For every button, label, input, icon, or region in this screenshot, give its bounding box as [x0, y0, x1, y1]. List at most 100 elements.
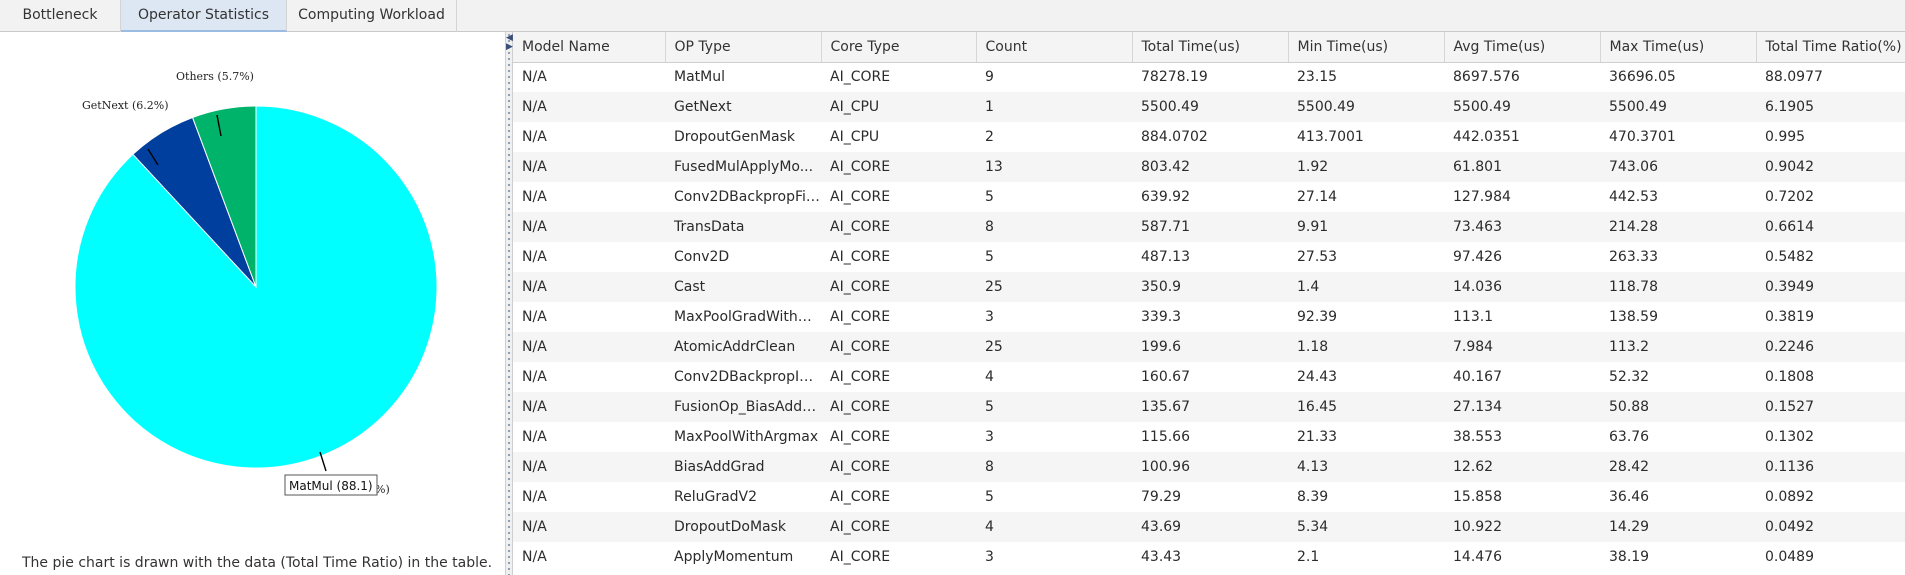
table-cell: AI_CORE [830, 249, 891, 265]
table-cell: 25 [976, 332, 1132, 362]
column-header[interactable]: Min Time(us) [1288, 32, 1445, 63]
table-cell: 587.71 [1132, 212, 1288, 242]
table-cell: 4.13 [1288, 452, 1444, 482]
table-cell: 27.53 [1297, 249, 1338, 265]
pie-slices [74, 105, 438, 469]
table-cell: 8697.576 [1453, 69, 1520, 86]
table-cell: 12.62 [1444, 452, 1600, 482]
table-cell: DropoutDoMask [665, 512, 821, 542]
table-cell: 0.995 [1765, 129, 1806, 145]
table-cell: 61.801 [1444, 152, 1600, 182]
table-cell: 5 [985, 249, 994, 265]
table-cell: 14.29 [1600, 512, 1756, 542]
table-cell: GetNext [665, 92, 821, 122]
table-cell: 263.33 [1609, 249, 1658, 265]
table-cell: N/A [522, 309, 547, 325]
table-cell: 0.1302 [1765, 429, 1814, 445]
table-cell: AI_CPU [830, 129, 880, 145]
table-cell: N/A [522, 249, 547, 265]
table-cell: 73.463 [1444, 212, 1600, 242]
table-cell: 25 [976, 272, 1132, 302]
column-header[interactable]: Model Name [513, 32, 666, 63]
table-cell: 803.42 [1132, 152, 1288, 182]
table-cell: N/A [513, 152, 665, 182]
table-cell: N/A [513, 92, 665, 122]
column-header[interactable]: Total Time(us) [1132, 32, 1289, 63]
table-cell: ApplyMomentum [674, 549, 794, 565]
table-cell: 5 [985, 489, 994, 505]
panel-splitter[interactable]: ◀ ▶ [505, 32, 513, 575]
column-header[interactable]: Total Time Ratio(%) [1756, 32, 1905, 63]
table-row[interactable]: N/A MatMul AI_CORE 9 78278.19 23.15 8697.576 36… [513, 62, 1905, 92]
table-cell: 40.167 [1453, 369, 1502, 385]
table-row[interactable]: N/A Conv2D AI_CORE 5 487.13 27.53 97.426 263.33… [513, 242, 1905, 272]
tab-operator-statistics[interactable]: Operator Statistics [121, 0, 287, 32]
table-header-row: Model Name OP Type Core Type Count Total Tim… [513, 32, 1905, 63]
table-cell: 0.5482 [1765, 249, 1814, 265]
table-cell: 78278.19 [1141, 69, 1208, 86]
table-row[interactable]: N/A DropoutDoMask AI_CORE 4 43.69 5.34 10.922 1… [513, 512, 1905, 542]
table-row[interactable]: N/A GetNext AI_CPU 1 5500.49 5500.49 5500.49 55… [513, 92, 1905, 122]
table-row[interactable]: N/A Conv2DBackpropFil... AI_CORE 5 639.92 27.… [513, 182, 1905, 212]
table-row[interactable]: N/A Conv2DBackpropInp... AI_CORE 4 160.67 24.… [513, 362, 1905, 392]
table-row[interactable]: N/A ApplyMomentum AI_CORE 3 43.43 2.1 14.476 38… [513, 542, 1905, 572]
table-cell: 1.4 [1288, 272, 1444, 302]
others-slice-label: Others (5.7%) [176, 70, 254, 83]
table-cell: N/A [513, 272, 665, 302]
table-cell: AI_CORE [830, 369, 891, 385]
table-row[interactable]: N/A MaxPoolGradWithAr... AI_CORE 3 339.3 92.3… [513, 302, 1905, 332]
table-cell: Conv2DBackpropFil... [674, 189, 821, 205]
table-cell: 13 [976, 152, 1132, 182]
column-header[interactable]: Count [976, 32, 1133, 63]
table-row[interactable]: N/A FusedMulApplyMo... AI_CORE 13 803.42 1.92… [513, 152, 1905, 182]
table-cell: 442.53 [1609, 189, 1658, 205]
table-cell: AI_CORE [830, 489, 891, 505]
table-cell: N/A [522, 429, 547, 445]
table-row[interactable]: N/A DropoutGenMask AI_CPU 2 884.0702 413.7001… [513, 122, 1905, 152]
matmul-tooltip: MatMul (88.1) [284, 474, 378, 496]
table-cell: 118.78 [1600, 272, 1756, 302]
table-cell: 113.1 [1453, 309, 1494, 325]
column-header[interactable]: Avg Time(us) [1444, 32, 1601, 63]
table-row[interactable]: N/A Cast AI_CORE 25 350.9 1.4 14.036 118.78 0.39… [513, 272, 1905, 302]
getnext-slice-label: GetNext (6.2%) [82, 99, 169, 112]
table-cell: AI_CORE [830, 189, 891, 205]
table-cell: N/A [513, 452, 665, 482]
table-cell: 14.036 [1444, 272, 1600, 302]
operator-statistics-table-panel: Model Name OP Type Core Type Count Total Tim… [513, 32, 1905, 575]
column-header[interactable]: Max Time(us) [1600, 32, 1757, 63]
table-cell: 43.69 [1132, 512, 1288, 542]
tab-computing-workload[interactable]: Computing Workload [287, 0, 457, 32]
table-row[interactable]: N/A FusionOp_BiasAdd_... AI_CORE 5 135.67 16.… [513, 392, 1905, 422]
table-cell: 9.91 [1288, 212, 1444, 242]
table-row[interactable]: N/A BiasAddGrad AI_CORE 8 100.96 4.13 12.62 28.… [513, 452, 1905, 482]
table-cell: 3 [985, 309, 994, 325]
pie-chart: Others (5.7%) GetNext (6.2%) %) MatMul (… [74, 70, 438, 496]
table-row[interactable]: N/A TransData AI_CORE 8 587.71 9.91 73.463 214.… [513, 212, 1905, 242]
table-cell: 1 [976, 92, 1132, 122]
tab-bottleneck[interactable]: Bottleneck [0, 0, 121, 32]
table-cell: 5500.49 [1288, 92, 1444, 122]
column-header[interactable]: OP Type [665, 32, 822, 63]
column-header[interactable]: Core Type [821, 32, 977, 63]
table-row[interactable]: N/A AtomicAddrClean AI_CORE 25 199.6 1.18 7.98… [513, 332, 1905, 362]
table-cell: 350.9 [1132, 272, 1288, 302]
table-cell: Conv2DBackpropInp... [674, 369, 821, 385]
table-cell: N/A [522, 189, 547, 205]
table-row[interactable]: N/A MaxPoolWithArgmax AI_CORE 3 115.66 21.33 3… [513, 422, 1905, 452]
table-cell: 4 [976, 512, 1132, 542]
table-cell: 38.553 [1453, 429, 1502, 445]
table-cell: 7.984 [1444, 332, 1600, 362]
table-cell: 2.1 [1297, 549, 1320, 565]
collapse-arrow-icon[interactable]: ◀ ▶ [506, 34, 513, 52]
table-cell: 127.984 [1453, 189, 1511, 205]
table-row[interactable]: N/A ReluGradV2 AI_CORE 5 79.29 8.39 15.858 36.4… [513, 482, 1905, 512]
table-cell: 413.7001 [1297, 129, 1364, 145]
table-cell: 0.2246 [1756, 332, 1905, 362]
table-cell: 0.1808 [1765, 369, 1814, 385]
table-cell: AI_CORE [821, 452, 976, 482]
table-cell: 9 [985, 69, 994, 86]
table-cell: 487.13 [1141, 249, 1190, 265]
table-cell: 24.43 [1297, 369, 1338, 385]
table-cell: 15.858 [1453, 489, 1502, 505]
